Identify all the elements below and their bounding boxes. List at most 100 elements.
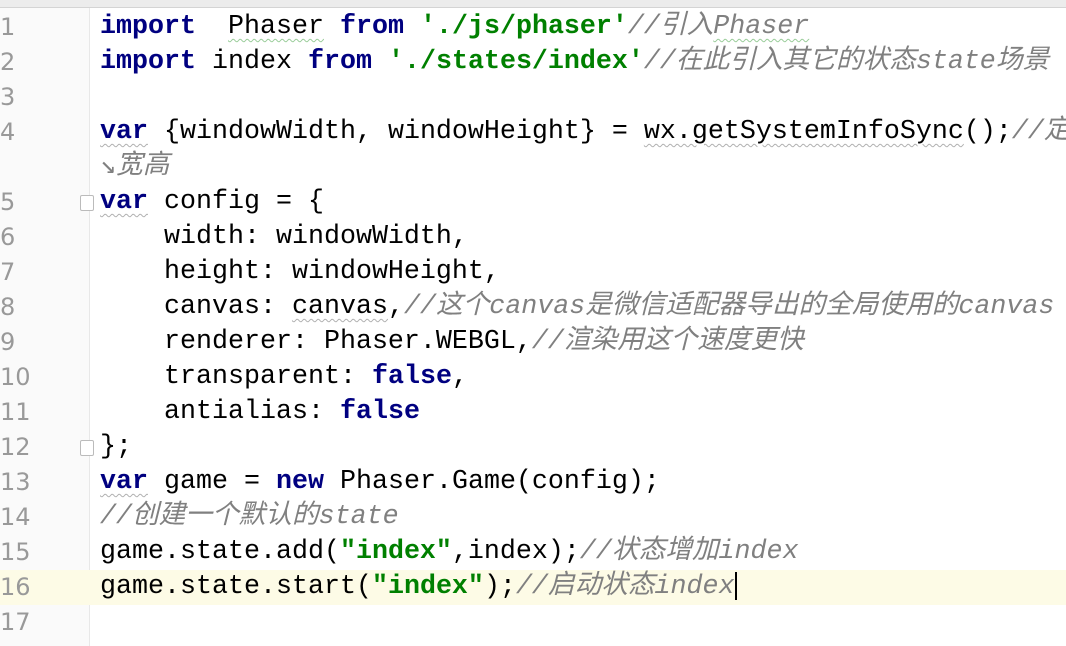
code-line-1[interactable]: 1 import Phaser from './js/phaser'//引入Pha… bbox=[0, 10, 1066, 45]
code-text: width: windowWidth, bbox=[100, 220, 468, 255]
code-line-wrap[interactable]: ↘宽高 bbox=[0, 150, 1066, 185]
code-line-13[interactable]: 13 var game = new Phaser.Game(config); bbox=[0, 465, 1066, 500]
string-token: './states/index' bbox=[387, 47, 644, 77]
code-text: transparent: false, bbox=[100, 360, 468, 395]
code-token: ); bbox=[483, 572, 516, 602]
code-text: }; bbox=[100, 430, 132, 465]
line-number: 17 bbox=[0, 608, 31, 636]
code-token: canvas: bbox=[100, 292, 292, 322]
code-text: height: windowHeight, bbox=[100, 255, 500, 290]
keyword-token: new bbox=[275, 467, 324, 497]
code-text: var {windowWidth, windowHeight} = wx.get… bbox=[100, 115, 1066, 150]
code-line-4[interactable]: 4 var {windowWidth, windowHeight} = wx.ge… bbox=[0, 115, 1066, 150]
code-token: , bbox=[451, 362, 468, 392]
string-token: "index" bbox=[371, 572, 484, 602]
code-line-9[interactable]: 9 renderer: Phaser.WEBGL,//渲染用这个速度更快 bbox=[0, 325, 1066, 360]
editor-tab-bar bbox=[0, 0, 1066, 8]
line-number: 11 bbox=[0, 398, 31, 426]
code-line-5[interactable]: 5 var config = { bbox=[0, 185, 1066, 220]
code-line-15[interactable]: 15 game.state.add("index",index);//状态增加in… bbox=[0, 535, 1066, 570]
keyword-token: var bbox=[100, 117, 148, 147]
code-text: var config = { bbox=[100, 185, 324, 220]
code-text: import index from './states/index'//在此引入… bbox=[100, 45, 1049, 80]
code-line-12[interactable]: 12}; bbox=[0, 430, 1066, 465]
code-token: index bbox=[195, 47, 308, 77]
code-token: canvas bbox=[291, 292, 388, 322]
code-line-7[interactable]: 7 height: windowHeight, bbox=[0, 255, 1066, 290]
line-number: 12 bbox=[0, 433, 31, 461]
line-number: 4 bbox=[0, 118, 16, 146]
code-line-17[interactable]: 17 bbox=[0, 605, 1066, 640]
keyword-token: false bbox=[339, 397, 420, 427]
line-number: 6 bbox=[0, 223, 16, 251]
code-token: game.state.start( bbox=[100, 572, 372, 602]
code-line-2[interactable]: 2 import index from './states/index'//在此引… bbox=[0, 45, 1066, 80]
keyword-token: import bbox=[100, 47, 196, 77]
keyword-token: var bbox=[100, 187, 148, 217]
line-number: 10 bbox=[0, 363, 31, 391]
keyword-token: from bbox=[307, 47, 372, 77]
code-token: renderer: Phaser.WEBGL, bbox=[100, 327, 532, 357]
code-text: ↘宽高 bbox=[100, 150, 169, 185]
code-text: canvas: canvas,//这个canvas是微信适配器导出的全局使用的c… bbox=[100, 290, 1054, 325]
comment-token: //创建一个默认的state bbox=[100, 502, 399, 532]
keyword-token: false bbox=[371, 362, 452, 392]
code-line-6[interactable]: 6 width: windowWidth, bbox=[0, 220, 1066, 255]
comment-token: Phaser bbox=[713, 12, 810, 42]
code-text: renderer: Phaser.WEBGL,//渲染用这个速度更快 bbox=[100, 325, 804, 360]
code-line-14[interactable]: 14 //创建一个默认的state bbox=[0, 500, 1066, 535]
code-token: height: windowHeight, bbox=[100, 257, 500, 287]
code-text: var game = new Phaser.Game(config); bbox=[100, 465, 660, 500]
comment-token: //渲染用这个速度更快 bbox=[531, 327, 804, 357]
fold-toggle-icon[interactable] bbox=[80, 440, 94, 456]
comment-token: ↘宽高 bbox=[100, 152, 170, 182]
line-number: 14 bbox=[0, 503, 31, 531]
line-number: 16 bbox=[0, 573, 31, 601]
line-number: 7 bbox=[0, 258, 16, 286]
code-text: game.state.add("index",index);//状态增加inde… bbox=[100, 535, 799, 570]
code-line-16[interactable]: 16 game.state.start("index");//启动状态index bbox=[0, 570, 1066, 605]
line-number: 13 bbox=[0, 468, 31, 496]
code-line-10[interactable]: 10 transparent: false, bbox=[0, 360, 1066, 395]
code-token: width: windowWidth, bbox=[100, 222, 468, 252]
code-line-8[interactable]: 8 canvas: canvas,//这个canvas是微信适配器导出的全局使用… bbox=[0, 290, 1066, 325]
keyword-token: import bbox=[100, 12, 196, 42]
string-token: './js/phaser' bbox=[419, 12, 628, 42]
keyword-token: var bbox=[100, 467, 148, 497]
fold-toggle-icon[interactable] bbox=[80, 195, 94, 211]
text-caret bbox=[734, 571, 737, 600]
code-token: wx.getSystemInfoSync bbox=[643, 117, 964, 147]
code-text: antialias: false bbox=[100, 395, 420, 430]
line-number: 5 bbox=[0, 188, 16, 216]
code-token: , bbox=[387, 292, 404, 322]
code-token: Phaser bbox=[227, 12, 324, 42]
line-number: 1 bbox=[0, 13, 16, 41]
code-token: transparent: bbox=[100, 362, 372, 392]
code-token: {windowWidth, windowHeight} = bbox=[148, 117, 644, 147]
code-token: antialias: bbox=[100, 397, 340, 427]
code-token: Phaser.Game(config); bbox=[323, 467, 660, 497]
string-token: "index" bbox=[339, 537, 452, 567]
comment-token: //状态增加index bbox=[579, 537, 799, 567]
comment-token: //引入 bbox=[627, 12, 714, 42]
comment-token: //这个canvas是微信适配器导出的全局使用的canvas bbox=[403, 292, 1055, 322]
code-token: }; bbox=[100, 432, 132, 462]
code-text: //创建一个默认的state bbox=[100, 500, 399, 535]
code-line-11[interactable]: 11 antialias: false bbox=[0, 395, 1066, 430]
line-number: 3 bbox=[0, 83, 16, 111]
line-number: 2 bbox=[0, 48, 16, 76]
line-number: 9 bbox=[0, 328, 16, 356]
code-line-3[interactable]: 3 bbox=[0, 80, 1066, 115]
line-number: 15 bbox=[0, 538, 31, 566]
code-token: config = { bbox=[148, 187, 324, 217]
comment-token: //定 bbox=[1011, 117, 1066, 147]
code-token: game = bbox=[148, 467, 276, 497]
code-token: (); bbox=[963, 117, 1012, 147]
keyword-token: from bbox=[339, 12, 404, 42]
comment-token: //在此引入其它的状态state场景 bbox=[643, 47, 1050, 77]
code-token: game.state.add( bbox=[100, 537, 340, 567]
